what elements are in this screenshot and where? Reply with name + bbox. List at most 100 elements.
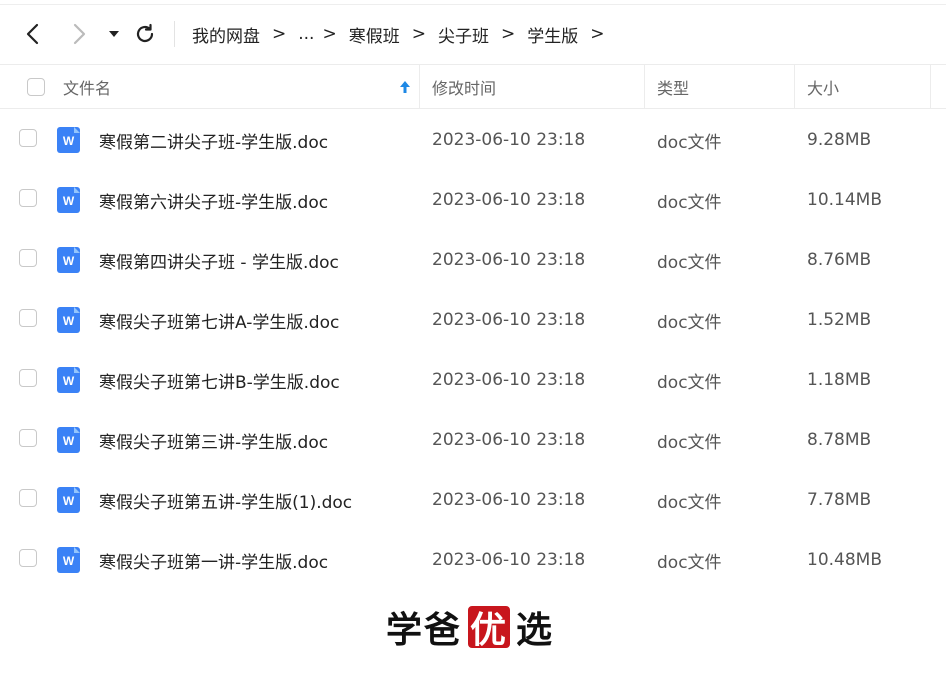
- file-type: doc文件: [657, 432, 722, 453]
- file-row[interactable]: W 寒假第四讲尖子班 - 学生版.doc 2023-06-10 23:18 do…: [0, 230, 946, 290]
- column-header-modified[interactable]: 修改时间: [432, 65, 632, 109]
- breadcrumb-separator: >: [500, 24, 516, 44]
- svg-text:W: W: [63, 554, 75, 568]
- file-size: 9.28MB: [807, 130, 872, 150]
- file-modified: 2023-06-10 23:18: [432, 430, 586, 450]
- svg-text:W: W: [63, 374, 75, 388]
- file-name[interactable]: 寒假尖子班第七讲A-学生版.doc: [99, 290, 339, 350]
- file-type: doc文件: [657, 492, 722, 513]
- svg-text:W: W: [63, 134, 75, 148]
- svg-text:W: W: [63, 434, 75, 448]
- file-name[interactable]: 寒假第四讲尖子班 - 学生版.doc: [99, 230, 339, 290]
- word-doc-icon: W: [57, 487, 80, 513]
- word-doc-icon: W: [57, 247, 80, 273]
- file-modified: 2023-06-10 23:18: [432, 190, 586, 210]
- word-doc-icon: W: [57, 367, 80, 393]
- breadcrumb-separator: >: [590, 24, 605, 44]
- row-checkbox[interactable]: [19, 129, 37, 147]
- svg-text:W: W: [63, 254, 75, 268]
- file-name[interactable]: 寒假尖子班第七讲B-学生版.doc: [99, 350, 340, 410]
- file-row[interactable]: W 寒假尖子班第三讲-学生版.doc 2023-06-10 23:18 doc文…: [0, 410, 946, 470]
- column-divider: [419, 65, 420, 109]
- breadcrumb-item-ellipsis[interactable]: ...: [298, 24, 314, 44]
- breadcrumb-separator: >: [411, 24, 426, 44]
- file-modified: 2023-06-10 23:18: [432, 130, 586, 150]
- row-checkbox[interactable]: [19, 549, 37, 567]
- chevron-right-icon: [73, 23, 86, 45]
- watermark-text-part2: 选: [516, 609, 555, 651]
- file-list: W 寒假第二讲尖子班-学生版.doc 2023-06-10 23:18 doc文…: [0, 110, 946, 590]
- file-list-header: 文件名 修改时间 类型 大小: [0, 64, 946, 109]
- file-type: doc文件: [657, 252, 722, 273]
- file-size: 8.76MB: [807, 250, 872, 270]
- file-size: 10.48MB: [807, 550, 882, 570]
- file-type: doc文件: [657, 312, 722, 333]
- column-header-type-label: 类型: [657, 79, 690, 98]
- file-name[interactable]: 寒假尖子班第五讲-学生版(1).doc: [99, 470, 352, 530]
- file-modified: 2023-06-10 23:18: [432, 370, 586, 390]
- file-row[interactable]: W 寒假尖子班第七讲A-学生版.doc 2023-06-10 23:18 doc…: [0, 290, 946, 350]
- file-modified: 2023-06-10 23:18: [432, 490, 586, 510]
- refresh-button[interactable]: [132, 21, 158, 47]
- watermark-text-part1: 学爸: [386, 609, 463, 651]
- breadcrumb-item-winter-class[interactable]: 寒假班: [349, 22, 400, 47]
- file-type: doc文件: [657, 192, 722, 213]
- column-divider: [644, 65, 645, 109]
- row-checkbox[interactable]: [19, 309, 37, 327]
- column-header-modified-label: 修改时间: [432, 79, 497, 98]
- row-checkbox[interactable]: [19, 249, 37, 267]
- column-header-size-label: 大小: [807, 79, 840, 98]
- file-type: doc文件: [657, 372, 722, 393]
- word-doc-icon: W: [57, 127, 80, 153]
- file-name[interactable]: 寒假第二讲尖子班-学生版.doc: [99, 110, 328, 170]
- toolbar-divider: [174, 21, 175, 47]
- select-all-checkbox-cell: [27, 65, 45, 109]
- row-checkbox[interactable]: [19, 369, 37, 387]
- column-header-size[interactable]: 大小: [807, 65, 927, 109]
- row-checkbox[interactable]: [19, 189, 37, 207]
- file-row[interactable]: W 寒假尖子班第一讲-学生版.doc 2023-06-10 23:18 doc文…: [0, 530, 946, 590]
- watermark-logo: 学爸 优 选: [386, 604, 555, 651]
- breadcrumb-item-top-class[interactable]: 尖子班: [438, 22, 489, 47]
- breadcrumb-separator: >: [322, 24, 337, 44]
- file-row[interactable]: W 寒假尖子班第七讲B-学生版.doc 2023-06-10 23:18 doc…: [0, 350, 946, 410]
- file-size: 8.78MB: [807, 430, 872, 450]
- breadcrumb-item-root[interactable]: 我的网盘: [192, 22, 260, 47]
- file-size: 10.14MB: [807, 190, 882, 210]
- arrow-up-icon: [400, 81, 410, 93]
- file-name[interactable]: 寒假尖子班第三讲-学生版.doc: [99, 410, 328, 470]
- word-doc-icon: W: [57, 427, 80, 453]
- file-name[interactable]: 寒假尖子班第一讲-学生版.doc: [99, 530, 328, 590]
- select-all-checkbox[interactable]: [27, 78, 45, 96]
- svg-text:W: W: [63, 494, 75, 508]
- file-modified: 2023-06-10 23:18: [432, 250, 586, 270]
- file-row[interactable]: W 寒假第二讲尖子班-学生版.doc 2023-06-10 23:18 doc文…: [0, 110, 946, 170]
- file-row[interactable]: W 寒假尖子班第五讲-学生版(1).doc 2023-06-10 23:18 d…: [0, 470, 946, 530]
- file-size: 7.78MB: [807, 490, 872, 510]
- column-header-type[interactable]: 类型: [657, 65, 787, 109]
- row-checkbox[interactable]: [19, 429, 37, 447]
- file-modified: 2023-06-10 23:18: [432, 310, 586, 330]
- column-header-name[interactable]: 文件名: [63, 65, 415, 109]
- breadcrumb-item-student-edition[interactable]: 学生版: [527, 22, 578, 47]
- breadcrumb-separator: >: [272, 24, 287, 44]
- word-doc-icon: W: [57, 307, 80, 333]
- column-divider: [794, 65, 795, 109]
- forward-button[interactable]: [66, 21, 92, 47]
- caret-down-icon: [109, 31, 119, 37]
- refresh-icon: [136, 23, 154, 43]
- word-doc-icon: W: [57, 187, 80, 213]
- back-button[interactable]: [20, 21, 46, 47]
- file-name[interactable]: 寒假第六讲尖子班-学生版.doc: [99, 170, 328, 230]
- toolbar: 我的网盘 > ... > 寒假班 > 尖子班 > 学生版 >: [0, 5, 946, 63]
- history-dropdown-button[interactable]: [102, 21, 126, 47]
- row-checkbox[interactable]: [19, 489, 37, 507]
- breadcrumb: 我的网盘 > ... > 寒假班 > 尖子班 > 学生版 >: [192, 21, 616, 47]
- column-header-name-label: 文件名: [63, 79, 112, 98]
- word-doc-icon: W: [57, 547, 80, 573]
- watermark-seal: 优: [468, 606, 511, 651]
- file-type: doc文件: [657, 132, 722, 153]
- chevron-left-icon: [26, 23, 39, 45]
- file-size: 1.18MB: [807, 370, 872, 390]
- file-row[interactable]: W 寒假第六讲尖子班-学生版.doc 2023-06-10 23:18 doc文…: [0, 170, 946, 230]
